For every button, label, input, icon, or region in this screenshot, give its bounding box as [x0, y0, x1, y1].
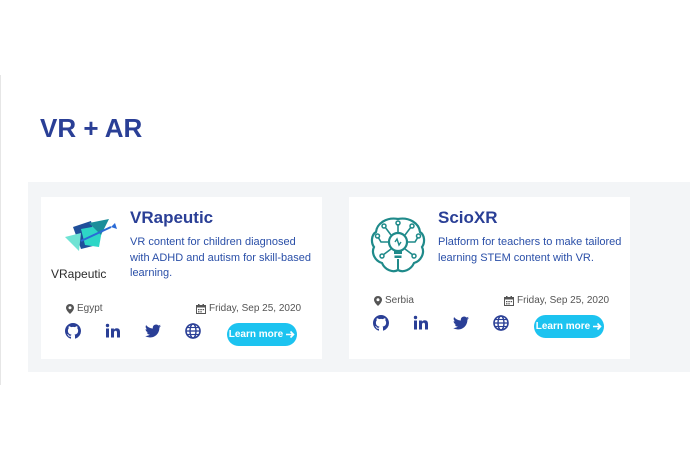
startup-card-vrapeutic: VRapeutic VRapeutic VR content for child… — [41, 197, 322, 359]
vrapeutic-logo-text: VRapeutic — [51, 267, 107, 281]
learn-more-label: Learn more — [228, 329, 284, 340]
card-description: VR content for children diagnosed with A… — [130, 236, 311, 279]
linkedin-icon[interactable] — [413, 315, 429, 331]
twitter-icon[interactable] — [145, 323, 161, 339]
location-text: Egypt — [77, 303, 103, 314]
map-marker-icon — [66, 303, 74, 314]
card-title[interactable]: ScioXR — [438, 208, 498, 228]
github-icon[interactable] — [373, 315, 389, 331]
learn-more-button[interactable]: Learn more — [227, 323, 297, 346]
date-text: Friday, Sep 25, 2020 — [209, 303, 302, 314]
globe-icon[interactable] — [185, 323, 201, 339]
card-description: Platform for teachers to make tailored l… — [438, 236, 622, 264]
globe-icon[interactable] — [493, 315, 509, 331]
twitter-icon[interactable] — [453, 315, 469, 331]
card-title[interactable]: VRapeutic — [130, 208, 213, 228]
calendar-icon — [504, 295, 514, 306]
map-marker-icon — [374, 295, 382, 306]
card-date: Friday, Sep 25, 2020 — [504, 295, 609, 306]
linkedin-icon[interactable] — [105, 323, 121, 339]
left-divider — [0, 75, 1, 385]
vrapeutic-logo-mark — [65, 219, 117, 251]
learn-more-button[interactable]: Learn more — [534, 315, 604, 338]
startup-card-scioxr: ScioXR Platform for teachers to make tai… — [349, 197, 630, 359]
card-date: Friday, Sep 25, 2020 — [196, 303, 301, 314]
arrow-right-icon — [593, 322, 602, 331]
vrapeutic-logo: VRapeutic — [51, 215, 131, 285]
card-location: Egypt — [66, 303, 103, 314]
card-location: Serbia — [374, 295, 414, 306]
date-text: Friday, Sep 25, 2020 — [517, 295, 610, 306]
location-text: Serbia — [385, 295, 414, 306]
calendar-icon — [196, 303, 206, 314]
learn-more-label: Learn more — [535, 321, 591, 332]
scioxr-logo — [369, 215, 429, 277]
brain-bulb-icon — [370, 217, 426, 273]
arrow-right-icon — [286, 330, 295, 339]
github-icon[interactable] — [65, 323, 81, 339]
section-title: VR + AR — [40, 113, 143, 143]
